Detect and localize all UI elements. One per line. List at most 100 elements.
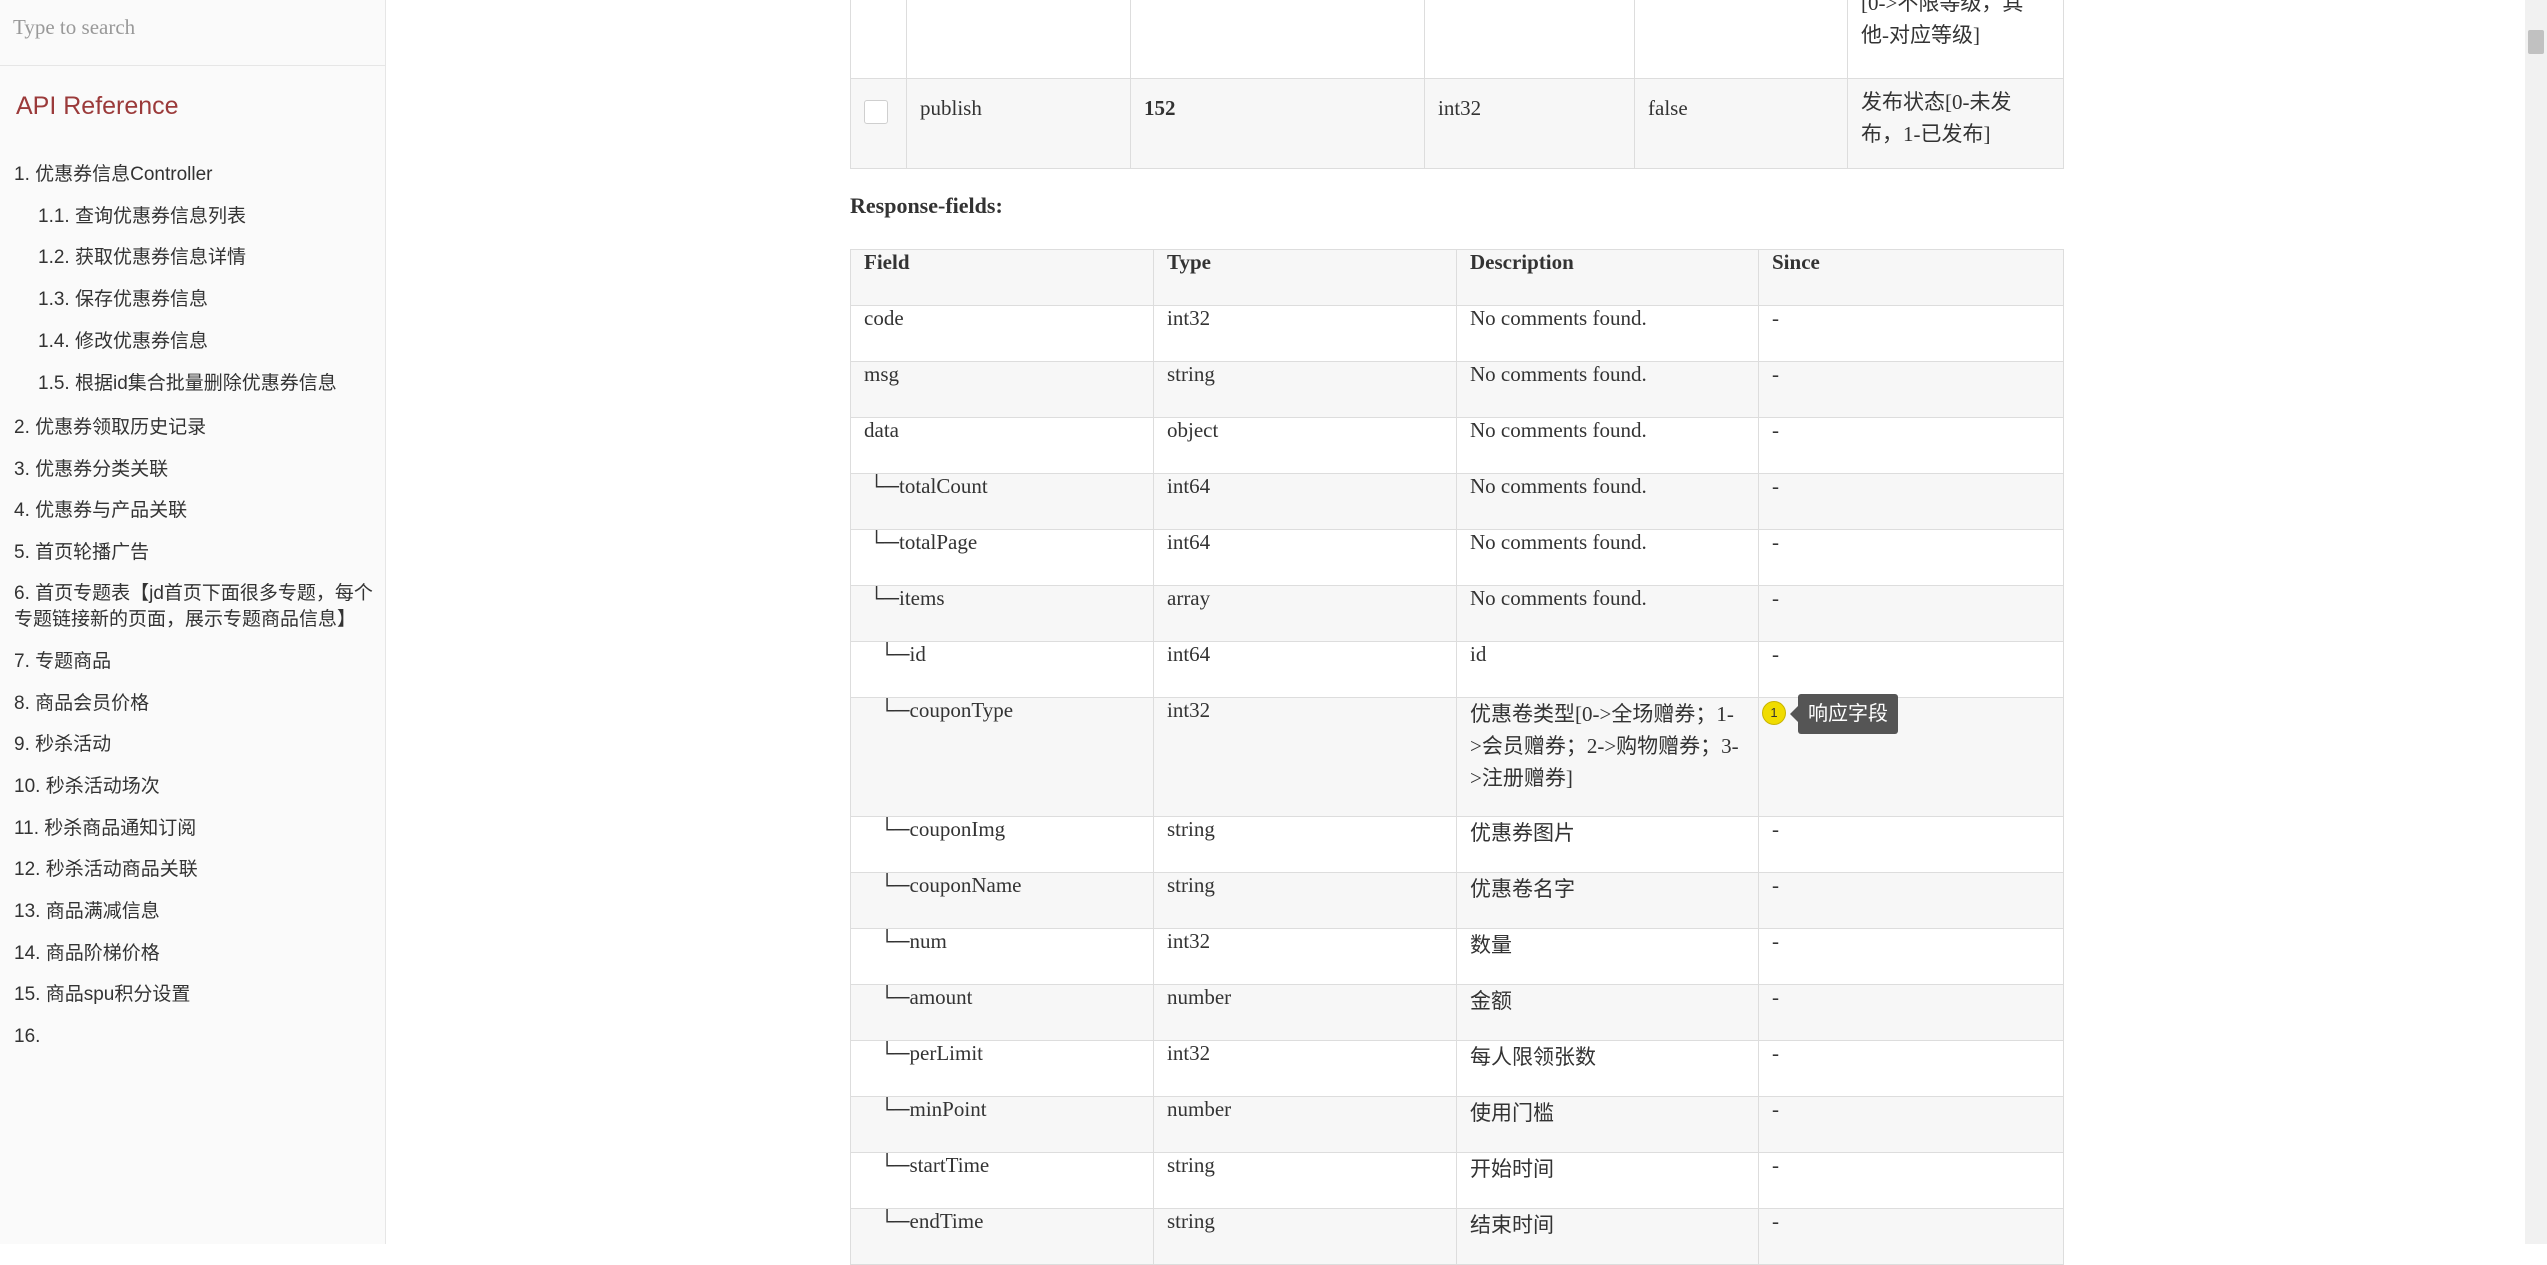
sidebar-item[interactable]: 1.3. 保存优惠券信息 [38,287,378,313]
sidebar-item[interactable]: 1. 优惠券信息Controller [14,162,379,188]
page-scrollbar[interactable] [2525,0,2547,1244]
sidebar-item[interactable]: 5. 首页轮播广告 [14,540,379,566]
cell-description: 优惠卷类型[0->全场赠券；1->会员赠券；2->购物赠券；3->注册赠券] [1456,697,1759,817]
sidebar-item[interactable]: 8. 商品会员价格 [14,691,379,717]
cell-since: - [1758,529,2064,586]
sidebar-item[interactable]: 1.5. 根据id集合批量删除优惠券信息 [38,371,378,397]
cell-since: - [1758,305,2064,362]
cell-since: - [1758,473,2064,530]
cell-field: └─couponType [850,697,1154,817]
cell-description: 优惠券图片 [1456,816,1759,873]
sidebar-item[interactable]: 1.2. 获取优惠券信息详情 [38,245,378,271]
sidebar-item[interactable]: 9. 秒杀活动 [14,732,379,758]
sidebar-item[interactable]: 16. [14,1024,379,1050]
table-row: publish 152 int32 false 发布状态[0-未发布，1-已发布… [850,78,2064,169]
search-input[interactable] [0,0,385,54]
cell-since: - [1758,1208,2064,1265]
cell-type: number [1153,1096,1457,1153]
cell-since: - [1758,984,2064,1041]
cell-description: 每人限领张数 [1456,1040,1759,1097]
annotation-tooltip: 响应字段 [1790,694,1898,734]
cell-type: int64 [1153,473,1457,530]
table-row: └─minPoint number 使用门槛 - [850,1096,2064,1153]
sidebar-item[interactable]: 3. 优惠券分类关联 [14,457,379,483]
cell-since: - [1758,816,2064,873]
sidebar-item[interactable]: 7. 专题商品 [14,649,379,675]
cell-field: └─num [850,928,1154,985]
cell-since: - [1758,1152,2064,1209]
cell-description: 金额 [1456,984,1759,1041]
sidebar-item[interactable]: 13. 商品满减信息 [14,899,379,925]
cell-description: No comments found. [1456,305,1759,362]
cell-since: - [1758,1040,2064,1097]
cell-field: └─couponImg [850,816,1154,873]
cell-description: 优惠卷名字 [1456,872,1759,929]
cell-type: string [1153,1152,1457,1209]
cell-type: string [1153,872,1457,929]
table-row: [0->不限等级，其他-对应等级] [850,0,2064,79]
cell-type: int32 [1153,305,1457,362]
cell-description: 使用门槛 [1456,1096,1759,1153]
cell-description: No comments found. [1456,585,1759,642]
column-header-since: Since [1758,249,2064,306]
table-row: └─endTime string 结束时间 - [850,1208,2064,1265]
cell-type: object [1153,417,1457,474]
param-description: 发布状态[0-未发布，1-已发布] [1847,78,2064,169]
sidebar-item[interactable]: 6. 首页专题表【jd首页下面很多专题，每个专题链接新的页面，展示专题商品信息】 [14,581,379,633]
cell-field: └─totalCount [850,473,1154,530]
scrollbar-thumb[interactable] [2528,30,2544,54]
sidebar: API Reference 1. 优惠券信息Controller 1.1. 查询优… [0,0,386,1244]
cell-field: └─perLimit [850,1040,1154,1097]
table-row: └─totalCount int64 No comments found. - [850,473,2064,530]
cell-description: No comments found. [1456,473,1759,530]
sidebar-item[interactable]: 4. 优惠券与产品关联 [14,498,379,524]
sidebar-title[interactable]: API Reference [0,66,385,144]
column-header-type: Type [1153,249,1457,306]
cell-type: string [1153,816,1457,873]
table-row: └─couponName string 优惠卷名字 - [850,872,2064,929]
sidebar-item[interactable]: 12. 秒杀活动商品关联 [14,857,379,883]
row-checkbox[interactable] [864,100,888,124]
param-required: false [1634,78,1848,169]
cell-field: └─items [850,585,1154,642]
sidebar-item[interactable]: 2. 优惠券领取历史记录 [14,415,379,441]
table-row: └─couponImg string 优惠券图片 - [850,816,2064,873]
cell-since: - [1758,417,2064,474]
cell-description: 结束时间 [1456,1208,1759,1265]
cell-type: array [1153,585,1457,642]
cell-type: int32 [1153,928,1457,985]
table-header-row: Field Type Description Since [850,249,2064,306]
cell-field: └─minPoint [850,1096,1154,1153]
table-row: └─perLimit int32 每人限领张数 - [850,1040,2064,1097]
cell-field: └─id [850,641,1154,698]
sidebar-item[interactable]: 1.1. 查询优惠券信息列表 [38,204,378,230]
sidebar-item[interactable]: 1.4. 修改优惠券信息 [38,329,378,355]
cell-description: No comments found. [1456,529,1759,586]
param-field: publish [906,78,1131,169]
cell-since: - [1758,1096,2064,1153]
cell-type: int64 [1153,641,1457,698]
column-header-field: Field [850,249,1154,306]
cell-type: number [1153,984,1457,1041]
cell-description: 开始时间 [1456,1152,1759,1209]
cell-since: - [1758,361,2064,418]
response-fields-heading: Response-fields: [850,193,1003,218]
table-row: └─items array No comments found. - [850,585,2064,642]
sidebar-item[interactable]: 15. 商品spu积分设置 [14,982,379,1008]
cell-description: No comments found. [1456,417,1759,474]
sidebar-item[interactable]: 14. 商品阶梯价格 [14,941,379,967]
table-row: └─num int32 数量 - [850,928,2064,985]
param-type: int32 [1424,78,1635,169]
table-row: └─amount number 金额 - [850,984,2064,1041]
column-header-description: Description [1456,249,1759,306]
cell-since: - [1758,641,2064,698]
cell-field: └─endTime [850,1208,1154,1265]
search-bar [0,0,385,66]
table-row: └─totalPage int64 No comments found. - [850,529,2064,586]
cell-since: - [1758,585,2064,642]
sidebar-item[interactable]: 10. 秒杀活动场次 [14,774,379,800]
sidebar-item[interactable]: 11. 秒杀商品通知订阅 [14,816,379,842]
cell-type: string [1153,361,1457,418]
annotation-badge: 1 [1762,701,1786,725]
table-row: data object No comments found. - [850,417,2064,474]
